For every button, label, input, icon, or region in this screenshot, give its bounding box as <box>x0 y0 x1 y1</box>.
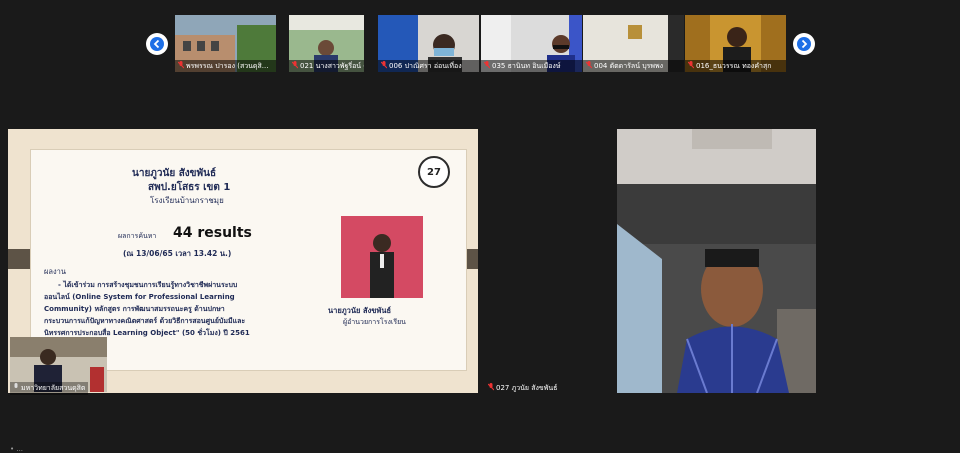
chevron-right-icon <box>797 37 811 51</box>
footer-text: • ... <box>10 445 24 453</box>
muted-mic-icon <box>381 61 387 69</box>
photo-caption-name: นายภูวนัย สังขพันธ์ <box>328 306 392 315</box>
participant-tile[interactable]: 006 ปาณิศรา อ่อนเที่อง <box>378 15 479 72</box>
speaker-name-label: 027 ภูวนัย สังขพันธ์ <box>485 382 560 395</box>
chevron-left-icon <box>150 37 164 51</box>
participant-name: 006 ปาณิศรา อ่อนเที่อง <box>378 60 479 72</box>
muted-mic-icon <box>688 61 694 69</box>
participant-strip: พรพรรณ ปารอง (สวนดุสิ... 021 นางสาวพัฐรี… <box>0 0 960 80</box>
result-label: ผลการค้นหา <box>118 232 157 240</box>
participant-tile[interactable]: พรพรรณ ปารอง (สวนดุสิ... <box>175 15 276 72</box>
portrait-image <box>341 216 423 298</box>
muted-mic-icon <box>484 61 490 69</box>
participant-name: 004 ตัตดารัลน์ บุรพพง <box>583 60 684 72</box>
participant-tile[interactable]: 035 ธานินท อินเมืองษ์ <box>481 15 582 72</box>
participant-name: 021 นางสาวพัฐรี่อน์ คัส... <box>289 60 364 72</box>
participant-tile[interactable]: 021 นางสาวพัฐรี่อน์ คัส... <box>289 15 364 72</box>
slide-title-name: นายภูวนัย สังขพันธ์ <box>132 168 217 179</box>
participant-tile[interactable]: 016_ธนวรรณ ทองคำสุก <box>685 15 786 72</box>
mic-icon <box>14 383 18 388</box>
muted-mic-icon <box>178 61 184 69</box>
slide-title-school: โรงเรียนบ้านกราชมุย <box>150 196 224 205</box>
muted-mic-icon <box>488 383 494 391</box>
result-value: 44 results <box>173 225 252 241</box>
result-date: (ณ 13/06/65 เวลา 13.42 น.) <box>123 249 232 258</box>
next-page-button[interactable] <box>793 33 815 55</box>
muted-mic-icon <box>292 61 298 69</box>
works-line: ออนไลน์ (Online System for Professional … <box>44 293 235 301</box>
participant-tile[interactable]: 004 ตัตดารัลน์ บุรพพง <box>583 15 684 72</box>
works-label: ผลงาน <box>44 267 66 276</box>
slide-number-badge: 27 <box>418 156 450 188</box>
photo-caption-role: ผู้อำนวยการโรงเรียน <box>343 318 406 326</box>
muted-mic-icon <box>586 61 592 69</box>
slide-title-office: สพป.ยโสธร เขต 1 <box>148 182 231 193</box>
presenter-name-label: มหาวิทยาลัยสวนดุสิต <box>10 382 89 395</box>
participant-name: 016_ธนวรรณ ทองคำสุก <box>685 60 786 72</box>
participant-name: พรพรรณ ปารอง (สวนดุสิ... <box>175 60 276 72</box>
works-line: - ได้เข้าร่วม การสร้างชุมชนการเรียนรู้ทา… <box>58 281 238 289</box>
participant-name: 035 ธานินท อินเมืองษ์ <box>481 60 582 72</box>
video-feed <box>617 129 816 393</box>
works-line: กระบวนการแก้ปัญหาทางคณิตศาสตร์ ด้วยวิธีก… <box>44 317 246 325</box>
previous-page-button[interactable] <box>146 33 168 55</box>
active-speaker-video[interactable] <box>617 129 816 393</box>
presenter-photo <box>341 216 423 298</box>
works-line: Community) หลักสูตร การพัฒนาสมรรถนะครู ด… <box>44 305 225 313</box>
